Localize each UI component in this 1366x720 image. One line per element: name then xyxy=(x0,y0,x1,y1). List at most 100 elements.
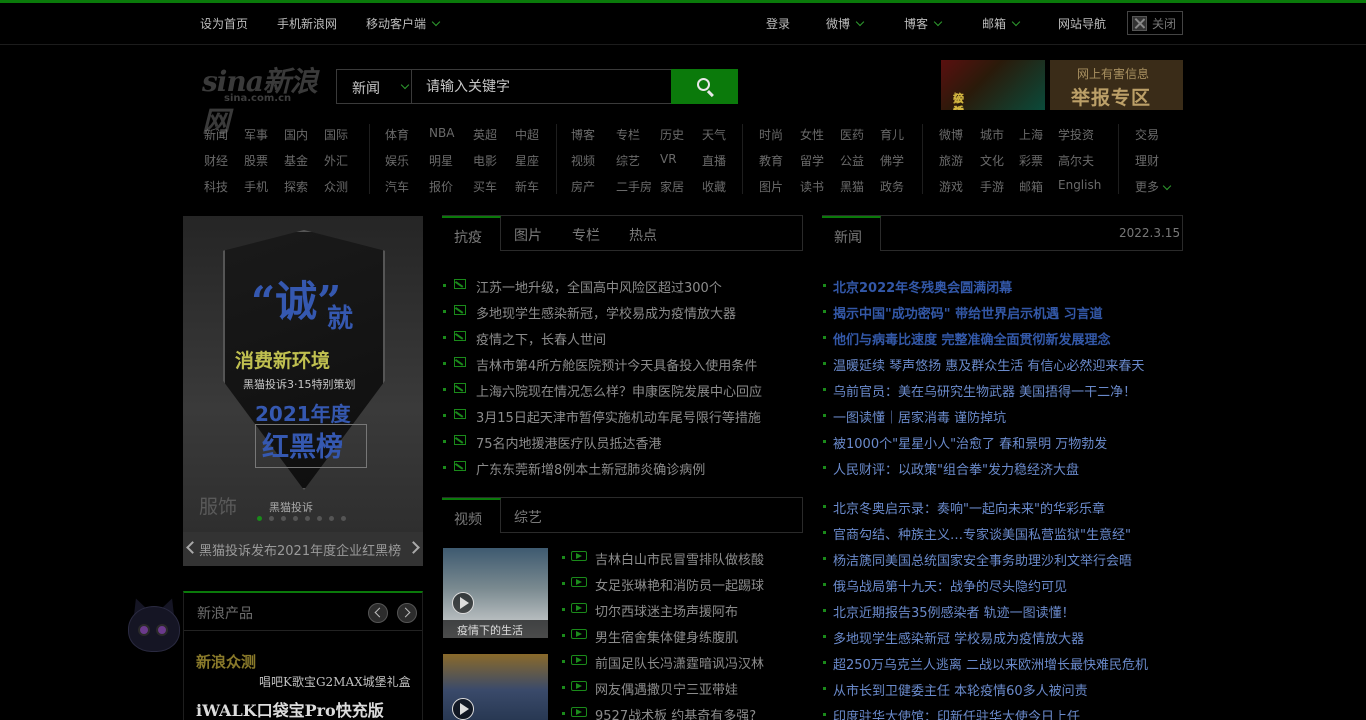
news-item[interactable]: 吉林市第4所方舱医院预计今天具备投入使用条件 xyxy=(476,355,757,374)
sina-logo[interactable]: sina新浪网 sina.com.cn xyxy=(202,60,318,138)
nav-link[interactable]: 教育 xyxy=(759,152,783,169)
video-item[interactable]: 9527战术板 约基奇有多强? xyxy=(595,705,756,720)
video-item[interactable]: 男生宿舍集体健身练腹肌 xyxy=(595,627,738,646)
video-thumbnail[interactable] xyxy=(443,654,548,720)
nav-link[interactable]: 明星 xyxy=(429,152,453,169)
chevron-left-icon[interactable] xyxy=(186,541,199,554)
nav-link[interactable]: 众测 xyxy=(324,178,348,195)
nav-link[interactable]: 游戏 xyxy=(939,178,963,195)
nav-link[interactable]: 公益 xyxy=(840,152,864,169)
nav-link[interactable]: 更多 xyxy=(1135,178,1159,195)
nav-link[interactable]: 学投资 xyxy=(1058,126,1094,143)
tab-hot[interactable]: 热点 xyxy=(629,216,657,251)
report-zone-ad[interactable]: 网上有害信息 举报专区 xyxy=(1050,60,1183,110)
nav-link[interactable]: 国内 xyxy=(284,126,308,143)
headline-item[interactable]: 北京2022年冬残奥会圆满闭幕 xyxy=(833,277,1012,296)
nav-link[interactable]: 国际 xyxy=(324,126,348,143)
video-item[interactable]: 切尔西球迷主场声援阿布 xyxy=(595,601,738,620)
nav-link[interactable]: 中超 xyxy=(515,126,539,143)
news-item[interactable]: 北京近期报告35例感染者 轨迹一图读懂！ xyxy=(833,602,1075,621)
nav-link[interactable]: 收藏 xyxy=(702,178,726,195)
carousel-dot[interactable] xyxy=(305,516,310,521)
news-item[interactable]: 官商勾结、种族主义…专家谈美国私营监狱"生意经" xyxy=(833,524,1131,543)
nav-link[interactable]: 历史 xyxy=(660,126,684,143)
search-input[interactable] xyxy=(413,70,671,103)
login-link[interactable]: 登录 xyxy=(766,15,790,32)
search-button[interactable] xyxy=(671,69,738,104)
nav-link[interactable]: 读书 xyxy=(800,178,824,195)
nav-link[interactable]: 买车 xyxy=(473,178,497,195)
news-item[interactable]: 75名内地援港医疗队员抵达香港 xyxy=(476,433,662,452)
nav-link[interactable]: 图片 xyxy=(759,178,783,195)
nav-link[interactable]: 城市 xyxy=(980,126,1004,143)
nav-link[interactable]: 股票 xyxy=(244,152,268,169)
nav-link[interactable]: 星座 xyxy=(515,152,539,169)
nav-link[interactable]: 专栏 xyxy=(616,126,640,143)
nav-link[interactable]: 天气 xyxy=(702,126,726,143)
nav-link[interactable]: 家居 xyxy=(660,178,684,195)
nav-link[interactable]: 军事 xyxy=(244,126,268,143)
nav-link[interactable]: 外汇 xyxy=(324,152,348,169)
nav-link[interactable]: 留学 xyxy=(800,152,824,169)
public-service-ad[interactable]: 接诉即办公益广告 xyxy=(941,60,1045,110)
nav-link[interactable]: 新车 xyxy=(515,178,539,195)
nav-link[interactable]: 体育 xyxy=(385,126,409,143)
nav-link[interactable]: 直播 xyxy=(702,152,726,169)
tab-columns[interactable]: 专栏 xyxy=(572,216,600,251)
nav-link[interactable]: 政务 xyxy=(880,178,904,195)
nav-link[interactable]: 新闻 xyxy=(204,126,228,143)
nav-link[interactable]: VR xyxy=(660,152,677,166)
weibo-menu[interactable]: 微博 xyxy=(826,15,865,32)
search-category-select[interactable]: 新闻 xyxy=(337,70,412,103)
nav-link[interactable]: 交易 xyxy=(1135,126,1159,143)
nav-link[interactable]: 黑猫 xyxy=(840,178,864,195)
close-button[interactable]: 关闭 xyxy=(1127,11,1183,35)
site-nav-link[interactable]: 网站导航 xyxy=(1058,15,1106,32)
product-walk-text[interactable]: iWALK口袋宝Pro快充版 xyxy=(196,697,384,720)
news-item[interactable]: 多地现学生感染新冠，学校易成为疫情放大器 xyxy=(476,303,736,322)
nav-link[interactable]: 英超 xyxy=(473,126,497,143)
nav-link[interactable]: 报价 xyxy=(429,178,453,195)
banner-caption-text[interactable]: 黑猫投诉发布2021年度企业红黑榜 xyxy=(199,540,401,559)
news-item[interactable]: 从市长到卫健委主任 本轮疫情60多人被问责 xyxy=(833,680,1088,699)
news-item[interactable]: 广东东莞新增8例本土新冠肺炎确诊病例 xyxy=(476,459,705,478)
nav-link[interactable]: 综艺 xyxy=(616,152,640,169)
carousel-dot[interactable] xyxy=(341,516,346,521)
blog-menu[interactable]: 博客 xyxy=(904,15,943,32)
headline-item[interactable]: 他们与病毒比速度 完整准确全面贯彻新发展理念 xyxy=(833,329,1111,348)
nav-link[interactable]: 财经 xyxy=(204,152,228,169)
zhongce-title[interactable]: 新浪众测 xyxy=(196,651,256,672)
news-item[interactable]: 多地现学生感染新冠 学校易成为疫情放大器 xyxy=(833,628,1084,647)
news-item[interactable]: 印度驻华大使馆：印新任驻华大使今日上任 xyxy=(833,706,1080,720)
nav-link[interactable]: 房产 xyxy=(571,178,595,195)
nav-link[interactable]: 邮箱 xyxy=(1019,178,1043,195)
news-item[interactable]: 人民财评：以政策"组合拳"发力稳经济大盘 xyxy=(833,459,1079,478)
tab-kangyi[interactable]: 抗疫 xyxy=(442,216,501,251)
carousel-dot[interactable] xyxy=(257,516,262,521)
news-item[interactable]: 被1000个"星星小人"治愈了 春和景明 万物勃发 xyxy=(833,433,1107,452)
nav-link[interactable]: 文化 xyxy=(980,152,1004,169)
nav-link[interactable]: 旅游 xyxy=(939,152,963,169)
product-ad-text[interactable]: 唱吧K歌宝G2MAX城堡礼盒 xyxy=(259,673,411,690)
nav-link[interactable]: 电影 xyxy=(473,152,497,169)
mail-menu[interactable]: 邮箱 xyxy=(982,15,1021,32)
nav-link[interactable]: 手游 xyxy=(980,178,1004,195)
promo-banner[interactable]: “诚” 就 消费新环境 黑猫投诉3·15特别策划 2021年度 红黑榜 服饰 黑… xyxy=(183,216,423,566)
carousel-dot[interactable] xyxy=(329,516,334,521)
set-home-link[interactable]: 设为首页 xyxy=(200,15,248,32)
news-item[interactable]: 3月15日起天津市暂停实施机动车尾号限行等措施 xyxy=(476,407,761,426)
nav-link[interactable]: 女性 xyxy=(800,126,824,143)
headline-item[interactable]: 揭示中国"成功密码" 带给世界启示机遇 习言道 xyxy=(833,303,1103,322)
nav-link[interactable]: 微博 xyxy=(939,126,963,143)
nav-link[interactable]: 探索 xyxy=(284,178,308,195)
tab-variety[interactable]: 综艺 xyxy=(514,498,542,533)
news-item[interactable]: 超250万乌克兰人逃离 二战以来欧洲增长最快难民危机 xyxy=(833,654,1148,673)
carousel-dot[interactable] xyxy=(317,516,322,521)
mobile-sina-link[interactable]: 手机新浪网 xyxy=(277,15,337,32)
news-item[interactable]: 江苏一地升级，全国高中风险区超过300个 xyxy=(476,277,722,296)
tab-video[interactable]: 视频 xyxy=(442,498,501,533)
nav-link[interactable]: 汽车 xyxy=(385,178,409,195)
carousel-dot[interactable] xyxy=(293,516,298,521)
nav-link[interactable]: 娱乐 xyxy=(385,152,409,169)
video-item[interactable]: 吉林白山市民冒雪排队做核酸 xyxy=(595,549,764,568)
